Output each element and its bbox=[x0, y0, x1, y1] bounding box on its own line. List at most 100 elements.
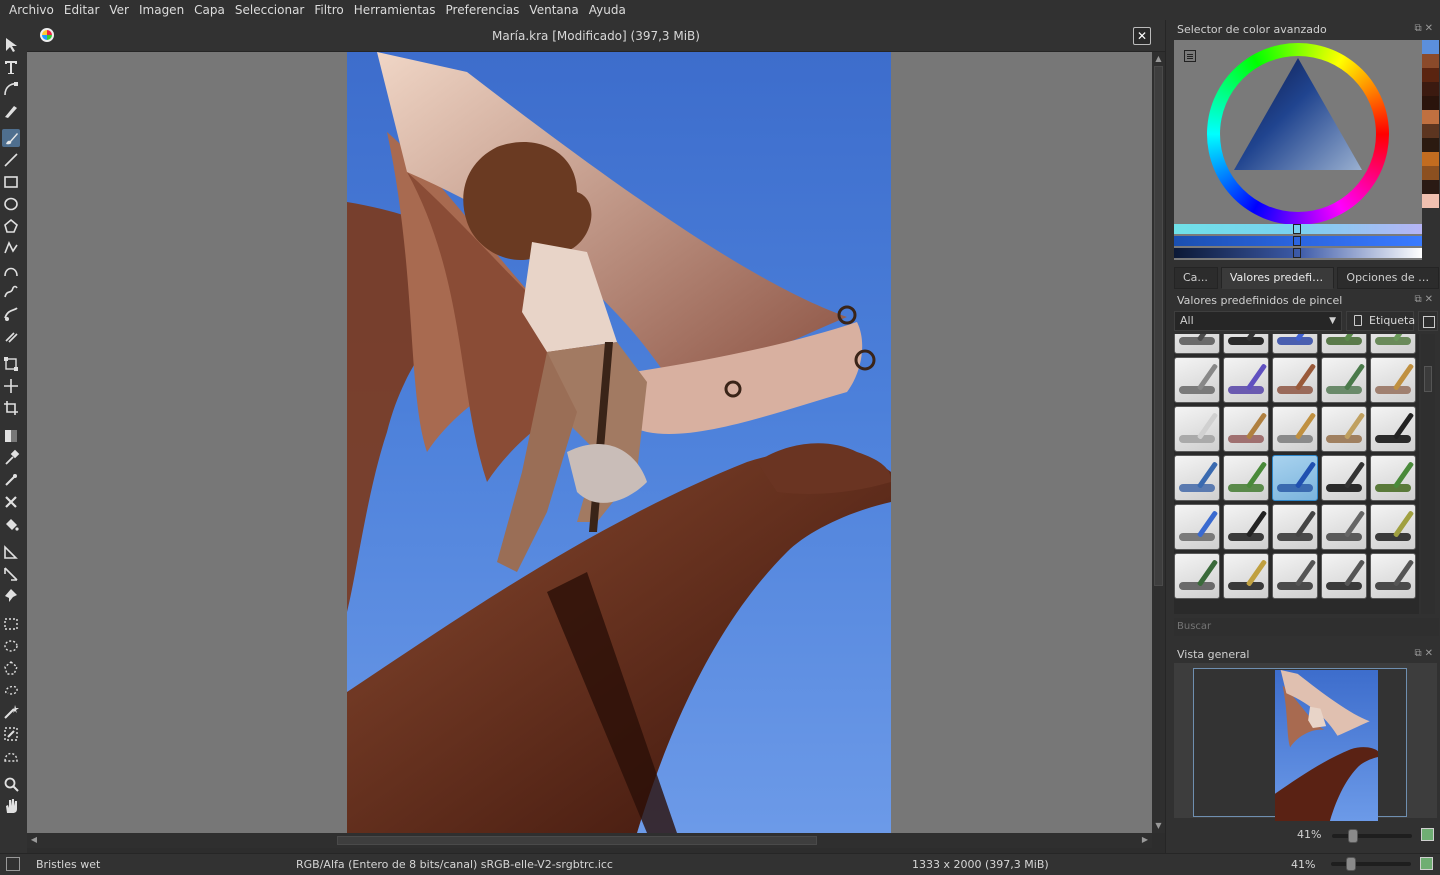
bezier-selection-tool[interactable] bbox=[2, 747, 20, 765]
zoom-tool[interactable] bbox=[2, 775, 20, 793]
preset-search-input[interactable] bbox=[1174, 618, 1439, 636]
brush-preset[interactable] bbox=[1370, 406, 1416, 452]
menu-ventana[interactable]: Ventana bbox=[524, 0, 583, 20]
color-slider-2[interactable] bbox=[1174, 236, 1422, 246]
zoom-slider-knob[interactable] bbox=[1348, 829, 1358, 843]
calligraphy-tool[interactable] bbox=[2, 102, 20, 120]
edit-shapes-tool[interactable] bbox=[2, 80, 20, 98]
menu-capa[interactable]: Capa bbox=[189, 0, 230, 20]
brush-preset[interactable] bbox=[1272, 334, 1318, 354]
select-shapes-tool[interactable] bbox=[2, 36, 20, 54]
menu-seleccionar[interactable]: Seleccionar bbox=[230, 0, 309, 20]
slider-handle[interactable] bbox=[1293, 236, 1301, 246]
preset-scrollbar[interactable] bbox=[1421, 334, 1435, 614]
brush-preset[interactable] bbox=[1321, 455, 1367, 501]
freehand-selection-tool[interactable] bbox=[2, 681, 20, 699]
overview-panel-buttons[interactable]: ⧉✕ bbox=[1414, 648, 1436, 659]
crop-tool[interactable] bbox=[2, 399, 20, 417]
gradient-tool[interactable] bbox=[2, 427, 20, 445]
freehand-path-tool[interactable] bbox=[2, 283, 20, 301]
rectangular-selection-tool[interactable] bbox=[2, 615, 20, 633]
brush-preset[interactable] bbox=[1223, 504, 1269, 550]
polygon-tool[interactable] bbox=[2, 217, 20, 235]
scroll-right-arrow-icon[interactable]: ▶ bbox=[1140, 835, 1150, 845]
menu-ayuda[interactable]: Ayuda bbox=[584, 0, 631, 20]
brush-preset[interactable] bbox=[1174, 553, 1220, 599]
brush-preset[interactable] bbox=[1223, 357, 1269, 403]
overview-viewport-frame[interactable] bbox=[1193, 668, 1407, 821]
brush-preset[interactable] bbox=[1370, 553, 1416, 599]
brush-preset[interactable] bbox=[1272, 406, 1318, 452]
menu-preferencias[interactable]: Preferencias bbox=[441, 0, 525, 20]
polyline-tool[interactable] bbox=[2, 239, 20, 257]
transform-tool[interactable] bbox=[2, 355, 20, 373]
slider-handle[interactable] bbox=[1293, 248, 1301, 258]
color-swatch[interactable] bbox=[1422, 124, 1439, 138]
menu-herramientas[interactable]: Herramientas bbox=[349, 0, 441, 20]
dock-tab-2[interactable]: Opciones de la ... bbox=[1337, 267, 1439, 289]
color-swatch[interactable] bbox=[1422, 138, 1439, 152]
reference-images-tool[interactable] bbox=[2, 587, 20, 605]
brush-preset[interactable] bbox=[1174, 357, 1220, 403]
pan-tool[interactable] bbox=[2, 797, 20, 815]
color-swatch[interactable] bbox=[1422, 110, 1439, 124]
color-swatch[interactable] bbox=[1422, 180, 1439, 194]
brush-preset[interactable] bbox=[1223, 553, 1269, 599]
bezier-curve-tool[interactable] bbox=[2, 261, 20, 279]
brush-preset[interactable] bbox=[1272, 357, 1318, 403]
brush-preset[interactable] bbox=[1223, 334, 1269, 354]
menu-imagen[interactable]: Imagen bbox=[134, 0, 189, 20]
color-swatch[interactable] bbox=[1422, 96, 1439, 110]
color-slider-1[interactable] bbox=[1174, 224, 1422, 234]
brush-preset[interactable] bbox=[1272, 553, 1318, 599]
dynamic-brush-tool[interactable] bbox=[2, 305, 20, 323]
brush-preset[interactable] bbox=[1370, 504, 1416, 550]
tag-button[interactable]: Etiqueta bbox=[1346, 311, 1415, 331]
color-swatch[interactable] bbox=[1422, 82, 1439, 96]
contiguous-selection-tool[interactable] bbox=[2, 703, 20, 721]
menu-editar[interactable]: Editar bbox=[59, 0, 105, 20]
artwork-image[interactable] bbox=[347, 52, 891, 833]
advanced-color-selector[interactable] bbox=[1174, 40, 1422, 260]
overview-zoom-slider[interactable] bbox=[1332, 829, 1412, 843]
brush-preset[interactable] bbox=[1174, 334, 1220, 354]
menu-archivo[interactable]: Archivo bbox=[4, 0, 59, 20]
brush-preset[interactable] bbox=[1272, 504, 1318, 550]
dock-tab-0[interactable]: Ca... bbox=[1174, 267, 1218, 289]
color-swatch[interactable] bbox=[1422, 152, 1439, 166]
fill-tool[interactable] bbox=[2, 515, 20, 533]
brush-preset[interactable] bbox=[1174, 504, 1220, 550]
brush-preset[interactable] bbox=[1321, 357, 1367, 403]
color-slider-3[interactable] bbox=[1174, 248, 1422, 258]
color-swatch[interactable] bbox=[1422, 166, 1439, 180]
menu-filtro[interactable]: Filtro bbox=[309, 0, 348, 20]
brush-preset[interactable] bbox=[1370, 334, 1416, 354]
brush-preset[interactable] bbox=[1321, 553, 1367, 599]
preset-tag-filter-select[interactable]: All ▼ bbox=[1174, 311, 1342, 331]
text-tool[interactable] bbox=[2, 58, 20, 76]
horizontal-scroll-thumb[interactable] bbox=[337, 836, 817, 845]
scroll-left-arrow-icon[interactable]: ◀ bbox=[29, 835, 39, 845]
slider-handle[interactable] bbox=[1293, 224, 1301, 234]
similar-color-selection-tool[interactable] bbox=[2, 725, 20, 743]
color-panel-buttons[interactable]: ⧉✕ bbox=[1414, 23, 1436, 34]
color-swatch[interactable] bbox=[1422, 40, 1439, 54]
brush-preset[interactable] bbox=[1370, 357, 1416, 403]
brush-preset[interactable] bbox=[1321, 334, 1367, 354]
brush-preset[interactable] bbox=[1223, 455, 1269, 501]
canvas-area[interactable] bbox=[27, 52, 1152, 833]
status-zoom-knob[interactable] bbox=[1346, 857, 1356, 871]
selection-status-icon[interactable] bbox=[6, 857, 20, 871]
vertical-scroll-thumb[interactable] bbox=[1154, 66, 1163, 586]
color-sampler-tool[interactable] bbox=[2, 449, 20, 467]
preset-scroll-thumb[interactable] bbox=[1424, 366, 1432, 392]
assistant-tool[interactable] bbox=[2, 543, 20, 561]
measure-tool[interactable] bbox=[2, 565, 20, 583]
status-zoom-slider[interactable] bbox=[1331, 862, 1411, 866]
color-settings-icon[interactable] bbox=[1184, 50, 1196, 62]
multibrush-tool[interactable] bbox=[2, 327, 20, 345]
brush-preset[interactable] bbox=[1272, 455, 1318, 501]
dock-tab-1[interactable]: Valores predefinid... bbox=[1220, 267, 1335, 289]
brush-preset[interactable] bbox=[1321, 406, 1367, 452]
zoom-fit-icon[interactable] bbox=[1420, 857, 1433, 870]
